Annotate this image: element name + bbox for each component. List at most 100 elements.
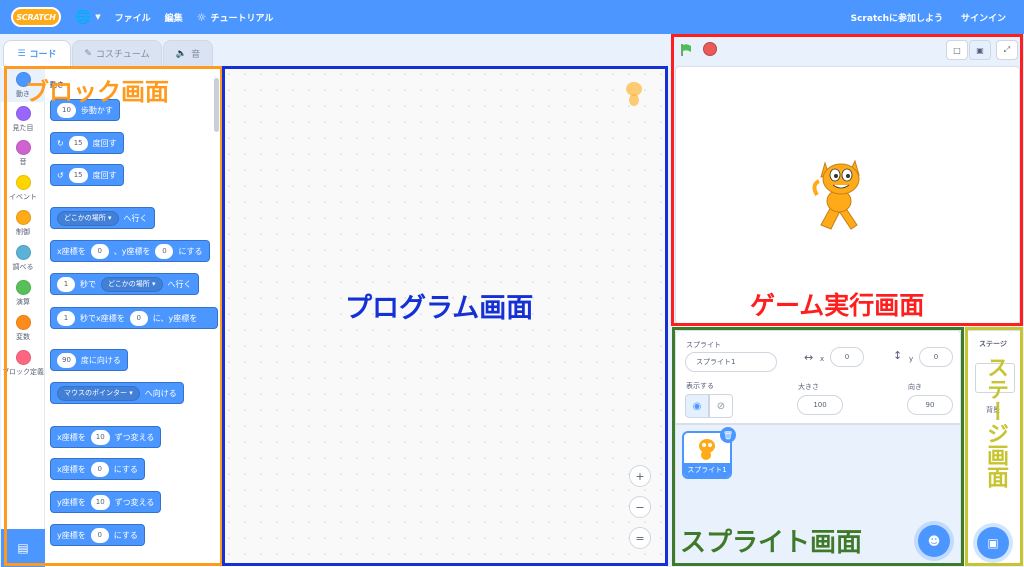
category-control[interactable]: 制御	[1, 208, 45, 237]
trash-icon: 🗑	[722, 430, 734, 440]
extension-icon: ▤	[17, 541, 29, 555]
annotation-block-label: ブロック画面	[25, 78, 169, 106]
image-add-icon: ▣	[987, 536, 999, 550]
file-menu[interactable]: ファイル	[115, 11, 151, 24]
category-my-blocks[interactable]: ブロック定義	[1, 348, 45, 377]
sprite-name-field[interactable]: スプライト1	[685, 352, 777, 372]
block-input[interactable]: 90	[57, 352, 76, 368]
stage-label: ステージ	[979, 340, 1007, 348]
category-dot	[15, 210, 31, 225]
block-input[interactable]: 0	[155, 243, 174, 259]
add-sprite-button[interactable]: ☻	[918, 525, 950, 557]
fullscreen-icon: ⤢	[1003, 45, 1011, 54]
sprite-thumbnail-image	[699, 439, 715, 460]
block-input[interactable]: 0	[90, 243, 109, 259]
y-field[interactable]: 0	[919, 347, 953, 367]
eye-icon: ◉	[692, 400, 702, 412]
block-glide-to[interactable]: 1 秒で どこかの場所 ▾ へ行く	[50, 273, 199, 295]
tab-code[interactable]: ☰ コード	[3, 40, 71, 66]
category-dot	[15, 175, 31, 190]
block-input[interactable]: 15	[68, 167, 88, 183]
category-operators[interactable]: 演算	[1, 278, 45, 307]
block-set-x[interactable]: x座標を 0 にする	[50, 458, 145, 480]
scratch-logo[interactable]: SCRATCH	[11, 7, 61, 27]
cat-add-icon: ☻	[927, 534, 941, 548]
tab-sound[interactable]: 🔈 音	[163, 40, 213, 66]
menu-bar: SCRATCH 🌐 ▼ ファイル 編集 ☼ チュートリアル Scratchに参加…	[0, 0, 1024, 34]
horizontal-arrows-icon: ↔	[804, 351, 814, 364]
block-turn-right[interactable]: ↻ 15 度回す	[50, 132, 124, 154]
chevron-down-icon: ▼	[95, 13, 101, 21]
small-stage-icon: □	[953, 45, 961, 55]
add-backdrop-button[interactable]: ▣	[977, 527, 1009, 559]
category-dot	[15, 106, 31, 121]
category-events[interactable]: イベント	[1, 173, 45, 202]
tutorial-menu[interactable]: ☼ チュートリアル	[197, 11, 274, 24]
language-menu[interactable]: 🌐 ▼	[75, 10, 101, 25]
block-input[interactable]: 1	[57, 310, 75, 326]
edit-menu[interactable]: 編集	[165, 11, 183, 24]
category-sound[interactable]: 音	[1, 138, 45, 167]
show-label: 表示する	[686, 382, 714, 390]
block-go-to[interactable]: どこかの場所 ▾ へ行く	[50, 207, 155, 229]
block-change-x[interactable]: x座標を 10 ずつ変える	[50, 426, 162, 448]
palette-scrollbar[interactable]	[214, 78, 219, 132]
category-dot	[15, 245, 31, 260]
annotation-game-label: ゲーム実行画面	[750, 291, 925, 320]
rotate-left-icon: ↺	[57, 170, 64, 180]
sprite-thumbnail-label: スプライト1	[684, 463, 730, 477]
zoom-reset-button[interactable]: =	[629, 527, 651, 549]
stop-icon[interactable]	[703, 42, 717, 56]
block-dropdown[interactable]: どこかの場所 ▾	[101, 276, 163, 292]
category-dot	[15, 280, 31, 295]
block-point-direction[interactable]: 90 度に向ける	[50, 349, 128, 371]
speaker-icon: 🔈	[175, 48, 188, 59]
fullscreen-button[interactable]: ⤢	[996, 40, 1018, 60]
green-flag-icon[interactable]	[680, 42, 694, 56]
eye-slash-icon: ⊘	[716, 400, 726, 412]
block-point-towards[interactable]: マウスのポインター ▾ へ向ける	[50, 382, 184, 404]
category-dot	[15, 140, 31, 155]
block-go-to-xy[interactable]: x座標を 0 、y座標を 0 にする	[50, 240, 210, 262]
block-input[interactable]: 10	[90, 429, 110, 445]
signin-link[interactable]: サインイン	[961, 11, 1006, 24]
sprite-label: スプライト	[686, 341, 721, 349]
block-change-y[interactable]: y座標を 10 ずつ変える	[50, 491, 162, 513]
tab-costume[interactable]: ✎ コスチューム	[72, 40, 162, 66]
show-hidden-button[interactable]: ⊘	[709, 394, 733, 418]
sprite-watermark-icon	[621, 78, 647, 108]
cat-sprite[interactable]	[811, 155, 871, 233]
add-extension-button[interactable]: ▤	[1, 529, 45, 567]
category-sensing[interactable]: 調べる	[1, 243, 45, 272]
rotate-right-icon: ↻	[57, 138, 64, 148]
block-glide-to-xy[interactable]: 1 秒でx座標を 0 に、y座標を	[50, 307, 218, 329]
direction-field[interactable]: 90	[907, 395, 953, 415]
zoom-out-button[interactable]: −	[629, 496, 651, 518]
annotation-program-label: プログラム画面	[345, 293, 534, 324]
block-turn-left[interactable]: ↺ 15 度回す	[50, 164, 124, 186]
block-input[interactable]: 0	[90, 461, 109, 477]
block-input[interactable]: 10	[90, 494, 110, 510]
show-visible-button[interactable]: ◉	[685, 394, 709, 418]
block-input[interactable]: 15	[68, 135, 88, 151]
globe-icon: 🌐	[75, 9, 92, 25]
block-input[interactable]: 0	[129, 310, 148, 326]
block-dropdown[interactable]: マウスのポインター ▾	[57, 385, 140, 401]
zoom-in-button[interactable]: +	[629, 465, 651, 487]
large-stage-button[interactable]: ▣	[969, 40, 991, 60]
category-dot	[15, 350, 31, 365]
small-stage-button[interactable]: □	[946, 40, 968, 60]
block-input[interactable]: 0	[90, 527, 109, 543]
block-dropdown[interactable]: どこかの場所 ▾	[57, 210, 119, 226]
category-looks[interactable]: 見た目	[1, 104, 45, 133]
size-field[interactable]: 100	[797, 395, 843, 415]
join-link[interactable]: Scratchに参加しよう	[851, 11, 943, 24]
sprite-info-panel: スプライト スプライト1 ↔ x 0 ↕ y 0 表示する ◉ ⊘ 大きさ 10…	[675, 330, 961, 424]
delete-sprite-button[interactable]: 🗑	[720, 427, 736, 443]
category-variables[interactable]: 変数	[1, 313, 45, 342]
account-menu: Scratchに参加しよう サインイン	[851, 0, 1024, 34]
x-field[interactable]: 0	[830, 347, 864, 367]
block-set-y[interactable]: y座標を 0 にする	[50, 524, 145, 546]
block-input[interactable]: 1	[57, 276, 75, 292]
scratch-editor: SCRATCH 🌐 ▼ ファイル 編集 ☼ チュートリアル Scratchに参加…	[0, 0, 1024, 567]
